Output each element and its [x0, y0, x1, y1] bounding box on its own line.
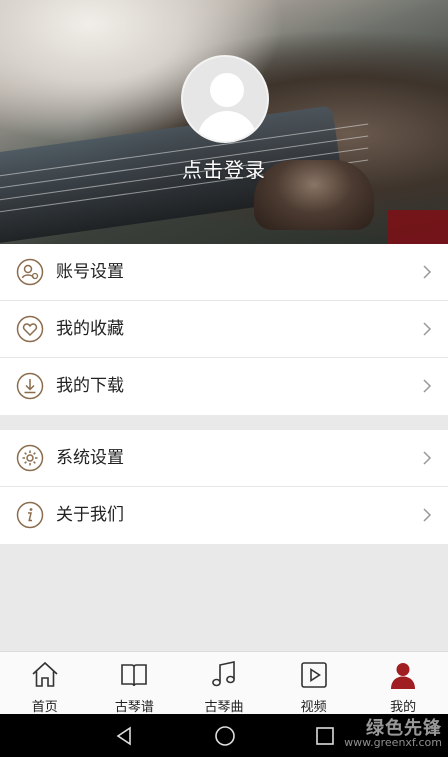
tab-label: 视频: [300, 700, 327, 715]
menu-item-label: 我的收藏: [56, 319, 124, 339]
menu-item-label: 我的下载: [56, 376, 124, 396]
watermark: 绿色先锋 www.greenxf.com: [344, 718, 442, 750]
heart-icon: [16, 315, 44, 343]
menu-item-about-us[interactable]: 关于我们: [0, 487, 448, 544]
bottom-tab-bar: 首页 古琴谱 古琴曲 视频 我的: [0, 651, 448, 715]
tab-label: 古琴曲: [204, 700, 244, 715]
home-button-icon[interactable]: [214, 725, 236, 747]
music-note-icon: [212, 661, 235, 687]
tab-video[interactable]: 视频: [269, 652, 359, 715]
menu-item-favorites[interactable]: 我的收藏: [0, 301, 448, 358]
tab-scores[interactable]: 古琴谱: [90, 652, 180, 715]
chevron-right-icon: [423, 265, 432, 279]
menu-item-system-settings[interactable]: 系统设置: [0, 430, 448, 487]
home-icon: [32, 661, 58, 687]
chevron-right-icon: [423, 322, 432, 336]
tab-songs[interactable]: 古琴曲: [179, 652, 269, 715]
login-link[interactable]: 点击登录: [0, 154, 448, 183]
tab-home[interactable]: 首页: [0, 652, 90, 715]
system-nav-bar: 绿色先锋 www.greenxf.com: [0, 714, 448, 757]
recents-icon[interactable]: [314, 725, 336, 747]
menu-item-label: 系统设置: [56, 448, 124, 468]
video-play-icon: [300, 662, 327, 688]
account-settings-icon: [16, 258, 44, 286]
menu-item-label: 关于我们: [56, 505, 124, 525]
avatar[interactable]: [181, 55, 269, 143]
download-icon: [16, 372, 44, 400]
menu-item-label: 账号设置: [56, 262, 124, 282]
tab-label: 我的: [390, 700, 417, 715]
profile-header: 点击登录: [0, 0, 448, 244]
tab-mine[interactable]: 我的: [358, 652, 448, 715]
menu-group-account: 账号设置 我的收藏 我的下载: [0, 244, 448, 415]
tab-label: 首页: [31, 700, 58, 715]
book-icon: [121, 664, 148, 687]
chevron-right-icon: [423, 508, 432, 522]
gear-icon: [16, 444, 44, 472]
back-icon[interactable]: [113, 725, 135, 747]
tab-label: 古琴谱: [114, 700, 154, 715]
chevron-right-icon: [423, 451, 432, 465]
menu-item-downloads[interactable]: 我的下载: [0, 358, 448, 415]
user-icon: [391, 663, 416, 689]
chevron-right-icon: [423, 379, 432, 393]
menu-item-account-settings[interactable]: 账号设置: [0, 244, 448, 301]
menu-group-system: 系统设置 关于我们: [0, 430, 448, 544]
info-icon: [16, 501, 44, 529]
